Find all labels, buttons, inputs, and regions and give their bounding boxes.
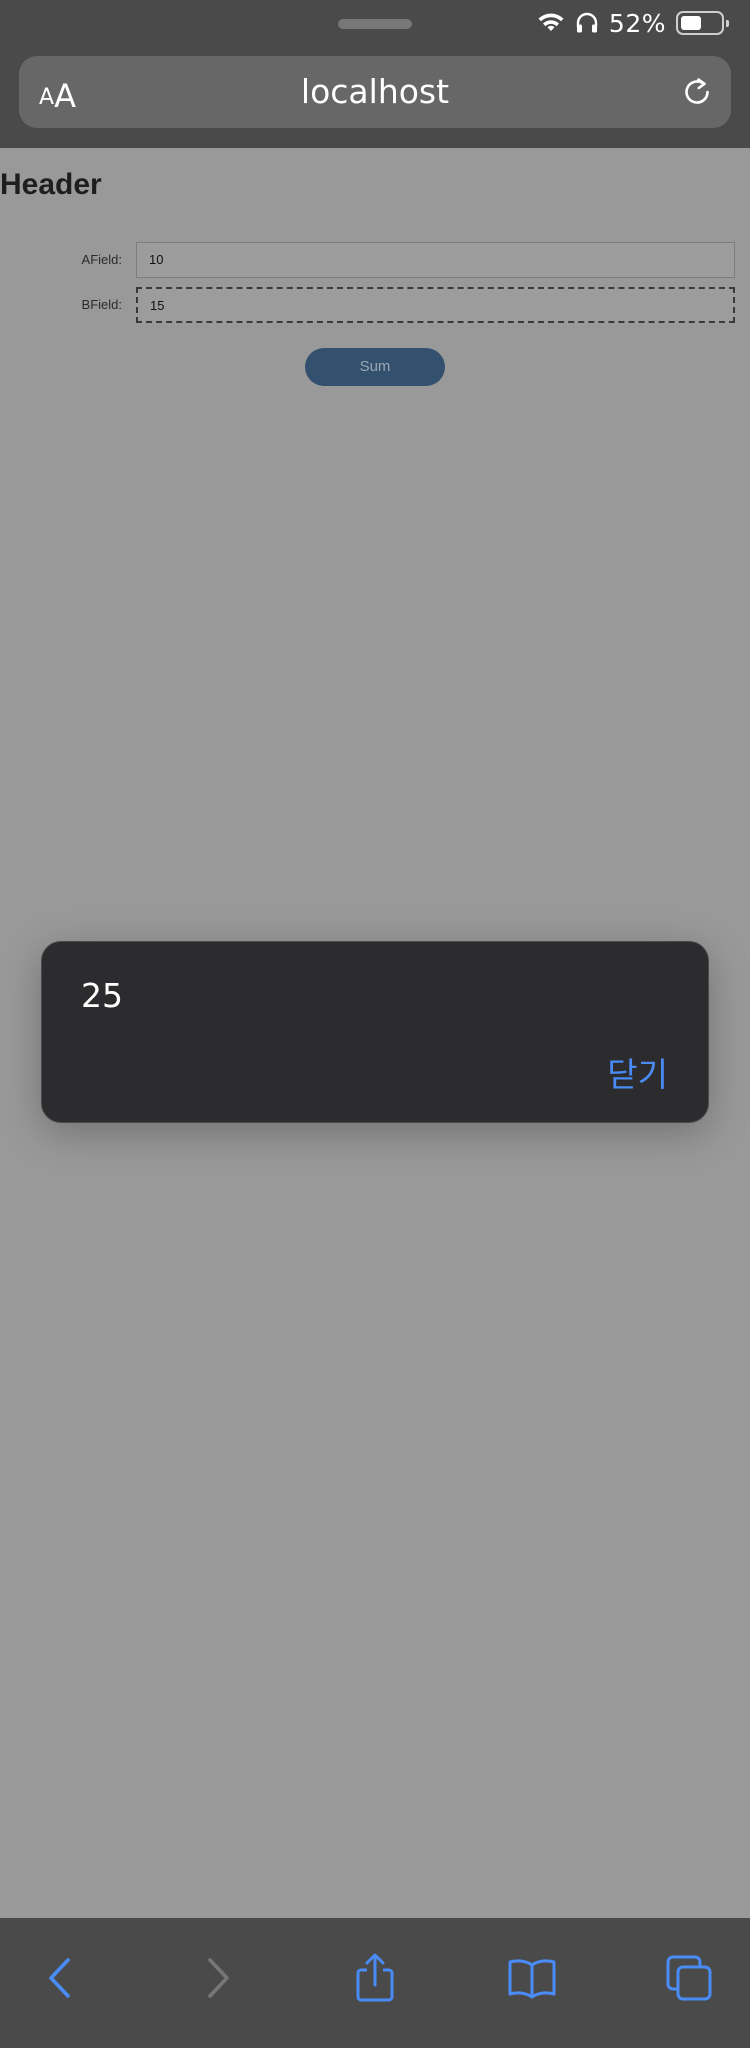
- battery-fill: [681, 16, 701, 30]
- battery-icon: [676, 11, 729, 35]
- bfield-input[interactable]: 15: [136, 287, 735, 323]
- battery-nub: [726, 20, 729, 27]
- tabs-icon[interactable]: [660, 1948, 720, 2008]
- alert-dialog: 25 닫기: [41, 941, 709, 1123]
- browser-toolbar: [0, 1918, 750, 2048]
- back-icon[interactable]: [30, 1948, 90, 2008]
- page-header: Header: [0, 168, 102, 201]
- afield-input[interactable]: 10: [136, 242, 735, 278]
- share-icon[interactable]: [345, 1948, 405, 2008]
- notch-indicator: [338, 19, 412, 29]
- reload-icon[interactable]: [679, 74, 715, 110]
- status-bar: 52%: [537, 8, 729, 38]
- afield-label: AField:: [81, 252, 122, 267]
- battery-percent: 52%: [608, 8, 666, 38]
- forward-icon[interactable]: [188, 1948, 248, 2008]
- alert-close-button[interactable]: 닫기: [607, 1048, 668, 1096]
- headphones-icon: [575, 12, 599, 34]
- address-bar[interactable]: AA localhost: [19, 56, 731, 128]
- alert-message: 25: [81, 976, 123, 1015]
- browser-chrome: 52% AA localhost: [0, 0, 750, 148]
- url-text[interactable]: localhost: [19, 72, 731, 111]
- bfield-label: BField:: [81, 297, 122, 312]
- field-row-b: BField: 15: [0, 287, 750, 323]
- sum-button[interactable]: Sum: [305, 348, 445, 386]
- field-row-a: AField: 10: [0, 242, 750, 278]
- bookmarks-icon[interactable]: [502, 1948, 562, 2008]
- wifi-icon: [537, 12, 565, 34]
